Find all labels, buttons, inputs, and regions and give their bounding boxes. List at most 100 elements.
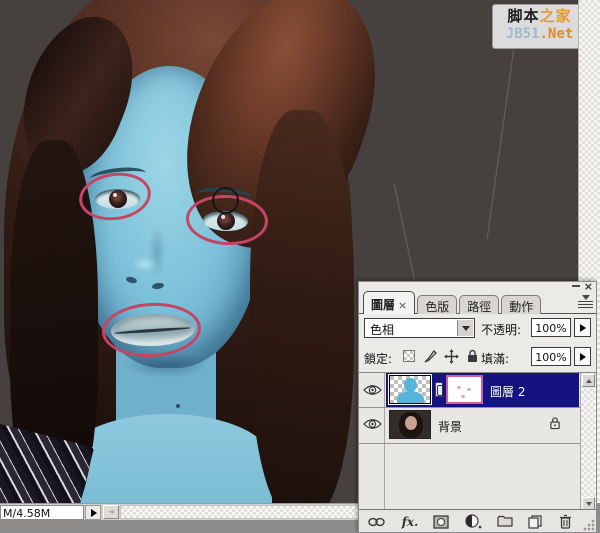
adjustment-layer-button[interactable] [464,513,482,530]
thumbnail-body-shape [397,391,424,404]
blend-mode-dropdown-button[interactable] [457,320,473,336]
photoshop-workspace: 脚本之家 JB51.Net M/4.58M ◄ × 圖層× 色版 路徑 動作 [0,0,600,533]
tab-channels[interactable]: 色版 [417,295,457,314]
watermark-en-blue: JB51 [506,26,540,42]
tab-layers-label: 圖層 [371,298,395,312]
new-layer-button[interactable] [526,513,544,530]
layer2-thumbnail[interactable] [389,375,431,404]
background-thumbnail[interactable] [389,410,431,439]
nose-tip-highlight [132,256,158,272]
panel-bottom-bar: fx. [359,509,596,532]
delete-layer-button[interactable] [556,513,574,530]
site-watermark: 脚本之家 JB51.Net [492,4,578,49]
brush-cursor-circle [212,187,239,214]
opacity-field[interactable]: 100% [531,318,571,337]
watermark-line2: JB51.Net [493,26,578,44]
blend-mode-value: 色相 [370,321,394,338]
hair-side-right [250,110,354,505]
chest [64,414,272,505]
watermark-line1: 脚本之家 [493,7,578,26]
link-layers-button[interactable] [367,513,385,530]
layer-style-button[interactable]: fx. [401,513,419,530]
mask-mark [461,395,465,398]
panel-tabs: 圖層× 色版 路徑 動作 [363,291,543,314]
adjustment-circle-icon [465,514,482,529]
scroll-up-button[interactable] [582,374,595,387]
brush-icon [423,349,438,364]
tab-channels-label: 色版 [425,300,449,314]
fill-slider-button[interactable] [574,347,591,366]
document-size-field: M/4.58M [0,505,84,520]
layer-row-background[interactable]: 背景 [386,407,579,443]
layers-list: 圖層 2 背景 [359,372,596,511]
panel-scrollbar[interactable] [580,373,596,511]
background-lock-icon [549,416,561,430]
thumbnail-face [405,416,417,430]
panel-menu-icon[interactable] [578,295,593,309]
eye-icon [363,383,382,397]
thumbnail-head-shape [404,378,417,392]
visibility-toggle-background[interactable] [363,417,382,431]
flyout-arrow-icon [91,509,97,517]
minimize-icon[interactable] [572,285,580,287]
arrow-up-icon [586,379,592,383]
document-size-value: M/4.58M [3,507,50,520]
lock-label: 鎖定: [364,350,392,367]
tab-actions-label: 動作 [509,300,533,314]
eye-icon [363,417,382,431]
row-divider [359,407,580,408]
new-layer-icon [528,515,542,529]
panel-window-controls: × [572,281,593,291]
close-icon[interactable]: × [584,282,593,291]
lock-transparency-button[interactable] [401,348,417,364]
blend-mode-select[interactable]: 色相 [364,318,475,338]
background-name[interactable]: 背景 [438,418,462,435]
mask-mark [467,388,471,391]
layer-mask-icon [433,515,449,529]
panel-menu-arrow [582,295,590,300]
slider-arrow-icon [580,324,586,332]
opacity-slider-button[interactable] [574,318,591,337]
chain-link-icon [368,517,385,527]
tab-actions[interactable]: 動作 [501,295,541,314]
checkerboard-icon [403,350,415,362]
new-group-button[interactable] [496,513,514,530]
lock-pixels-button[interactable] [422,348,438,364]
layers-panel: × 圖層× 色版 路徑 動作 色相 不透明: 100% 鎖定: [358,281,597,533]
layer2-name[interactable]: 圖層 2 [490,383,525,400]
arrow-down-icon [586,502,592,506]
tab-paths[interactable]: 路徑 [459,295,499,314]
row-divider [359,443,580,444]
watermark-en-orange: .Net [540,26,574,42]
panel-resize-grip[interactable] [583,519,595,531]
mask-mark [457,386,461,389]
layer-row-layer2[interactable]: 圖層 2 [386,373,579,407]
visibility-toggle-layer2[interactable] [363,383,382,397]
hscroll-left-button[interactable]: ◄ [103,505,119,519]
watermark-zh-orange: 之家 [540,7,572,25]
lock-buttons [401,348,480,364]
padlock-icon [466,349,479,363]
opacity-value: 100% [535,322,566,335]
move-icon [444,349,459,364]
panel-menu-lines [578,301,593,308]
opacity-label: 不透明: [481,321,521,338]
trash-icon [559,514,572,529]
lock-position-button[interactable] [443,348,459,364]
lock-all-button[interactable] [464,348,480,364]
tab-paths-label: 路徑 [467,300,491,314]
layer2-mask-thumbnail[interactable] [446,375,483,404]
folder-icon [497,515,513,528]
slider-arrow-icon [580,353,586,361]
tab-close-icon[interactable]: × [398,299,407,312]
tab-layers[interactable]: 圖層× [363,291,415,314]
add-layer-mask-button[interactable] [432,513,450,530]
fill-field[interactable]: 100% [531,347,571,366]
mask-link-icon[interactable] [435,382,443,397]
visibility-column [359,373,385,511]
chevron-down-icon [462,326,470,331]
fill-label: 填滿: [481,350,509,367]
watermark-zh-black: 脚本 [507,7,539,25]
status-flyout-button[interactable] [85,505,101,520]
fx-icon: fx. [402,515,419,529]
